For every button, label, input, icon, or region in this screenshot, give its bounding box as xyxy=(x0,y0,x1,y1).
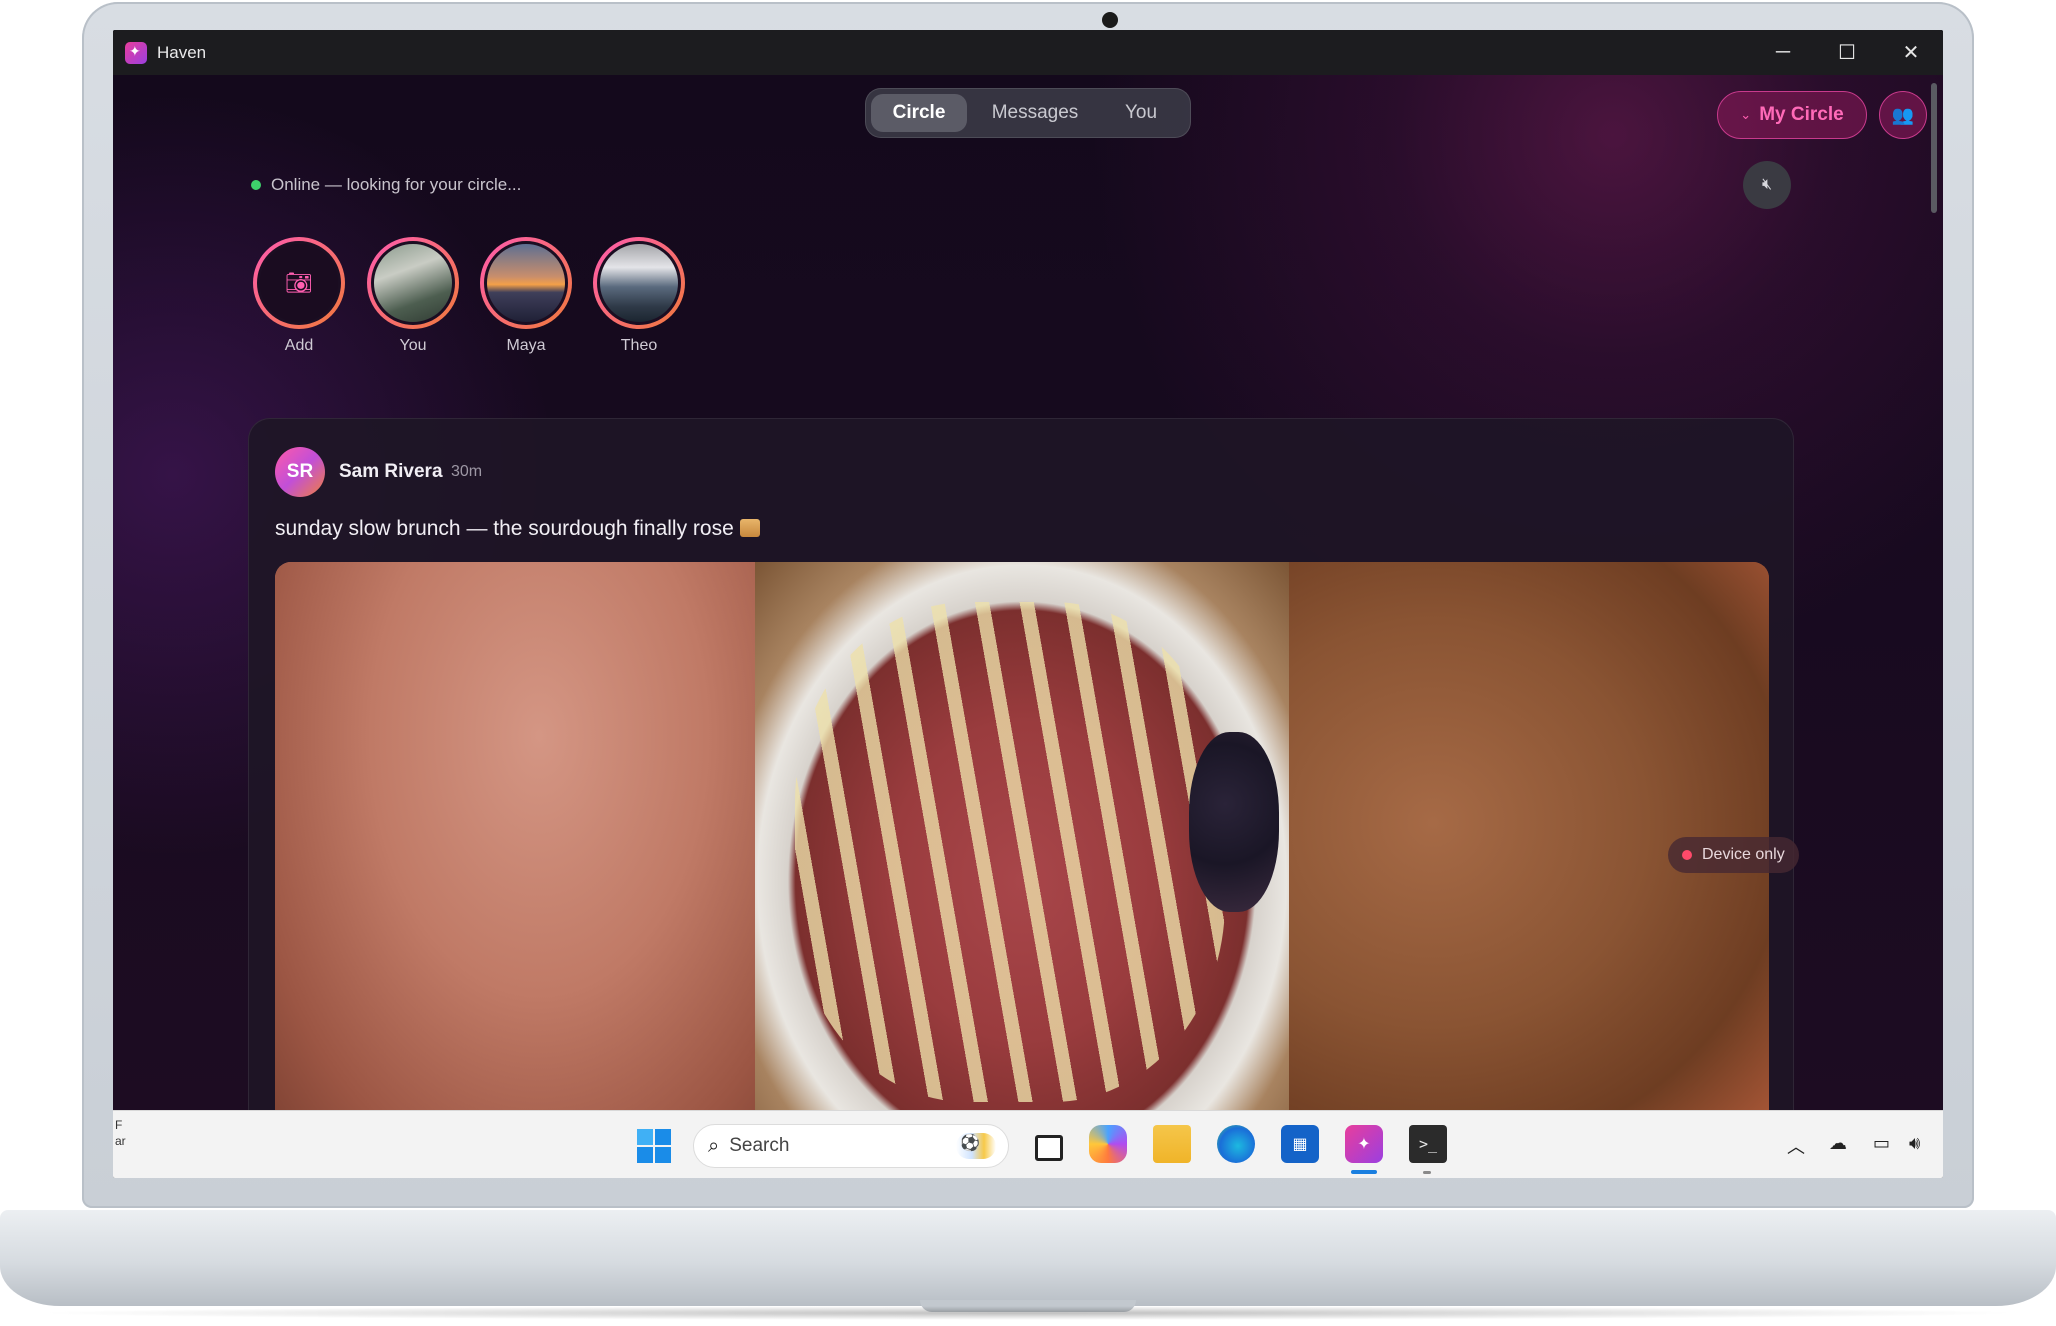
mute-button[interactable]: 🔇︎ xyxy=(1743,161,1791,209)
close-button[interactable]: ✕ xyxy=(1879,30,1943,75)
laptop-shadow xyxy=(30,1306,2026,1320)
my-circle-label: My Circle xyxy=(1759,104,1844,125)
chevron-down-icon: ⌄ xyxy=(1740,107,1752,122)
online-dot-icon xyxy=(251,180,261,190)
window-title: Haven xyxy=(157,42,207,62)
active-app-indicator xyxy=(1351,1170,1377,1174)
photo-berries xyxy=(1189,732,1279,912)
tab-circle[interactable]: Circle xyxy=(871,94,967,132)
volume-icon[interactable]: 🔊︎ xyxy=(1909,1133,1920,1154)
package-icon xyxy=(739,519,760,537)
connection-status: Online — looking for your circle... xyxy=(251,175,521,195)
chevron-up-icon[interactable]: ︿ xyxy=(1787,1133,1805,1159)
taskbar-search[interactable]: ⌕ Search ⚽ xyxy=(693,1124,1009,1168)
main-tabs: Circle Messages You xyxy=(865,88,1191,138)
copilot-icon[interactable] xyxy=(1089,1125,1127,1163)
story-ring xyxy=(480,237,572,329)
search-icon: ⌕ xyxy=(708,1134,720,1157)
maximize-button[interactable]: ☐ xyxy=(1815,30,1879,75)
camera-icon: 📷︎ xyxy=(257,241,341,325)
story-thumbnail xyxy=(484,241,568,325)
network-icon[interactable]: ▭ xyxy=(1873,1133,1890,1154)
post-author[interactable]: Sam Rivera xyxy=(339,461,443,483)
webcam xyxy=(1102,12,1118,28)
windows-logo-icon xyxy=(655,1147,671,1163)
avatar[interactable]: SR xyxy=(275,447,325,497)
pancake-photo xyxy=(755,562,1289,1110)
red-dot-icon xyxy=(1682,850,1692,860)
photo-blur-left xyxy=(275,562,755,1110)
search-placeholder: Search xyxy=(729,1135,790,1156)
story-name: Add xyxy=(284,337,314,354)
terminal-icon[interactable]: >_ xyxy=(1409,1125,1447,1163)
story-name: Maya xyxy=(506,337,546,354)
file-explorer-icon[interactable] xyxy=(1153,1125,1191,1163)
post-time: 30m xyxy=(451,463,483,480)
tab-you[interactable]: You xyxy=(1103,94,1179,132)
store-icon[interactable]: ▦ xyxy=(1281,1125,1319,1163)
laptop-base xyxy=(0,1210,2056,1306)
app-logo-icon xyxy=(125,41,147,64)
people-icon: 👥 xyxy=(1891,104,1915,125)
story-ring xyxy=(593,237,685,329)
start-button[interactable] xyxy=(637,1129,671,1163)
screen: Haven ─ ☐ ✕ Circle Messages You ⌄ My Cir… xyxy=(113,30,1943,1178)
soccer-ball-icon: ⚽ xyxy=(956,1133,996,1159)
windows-logo-icon xyxy=(655,1129,671,1145)
photo-drizzle xyxy=(795,602,1225,1102)
story-you[interactable]: You xyxy=(367,237,459,355)
app-content: Circle Messages You ⌄ My Circle 👥 Online… xyxy=(113,75,1943,1110)
story-ring: 📷︎ xyxy=(253,237,345,329)
visibility-badge: Device only xyxy=(1668,837,1799,873)
photo-blur-right xyxy=(1289,562,1769,1110)
post-caption-text: sunday slow brunch — the sourdough final… xyxy=(275,517,734,540)
post-caption: sunday slow brunch — the sourdough final… xyxy=(275,517,760,541)
story-maya[interactable]: Maya xyxy=(480,237,572,355)
task-view-icon[interactable] xyxy=(1027,1125,1065,1163)
window-controls: ─ ☐ ✕ xyxy=(1751,30,1943,75)
windows-logo-icon xyxy=(637,1147,653,1163)
tab-messages[interactable]: Messages xyxy=(967,94,1103,132)
my-circle-button[interactable]: ⌄ My Circle xyxy=(1717,91,1867,139)
taskbar: F ar ⌕ Search ⚽ ▦ ✦ >_ ︿ ☁ ▭ 🔊︎ xyxy=(113,1110,1943,1178)
scrollbar[interactable] xyxy=(1931,83,1937,213)
taskbar-edge-text: F ar xyxy=(115,1118,126,1148)
status-text: Online — looking for your circle... xyxy=(271,175,522,194)
windows-logo-icon xyxy=(637,1129,653,1145)
story-theo[interactable]: Theo xyxy=(593,237,685,355)
people-button[interactable]: 👥 xyxy=(1879,91,1927,139)
story-add[interactable]: 📷︎ Add xyxy=(253,237,345,355)
story-name: You xyxy=(399,337,427,354)
cloud-off-icon[interactable]: ☁ xyxy=(1829,1133,1847,1154)
post-photo[interactable] xyxy=(275,562,1769,1110)
minimize-button[interactable]: ─ xyxy=(1751,30,1815,75)
story-ring xyxy=(367,237,459,329)
post-card: SR Sam Rivera 30m sunday slow brunch — t… xyxy=(248,418,1794,1110)
speaker-muted-icon: 🔇︎ xyxy=(1761,176,1773,193)
haven-app-icon[interactable]: ✦ xyxy=(1345,1125,1383,1163)
running-app-indicator xyxy=(1423,1171,1431,1174)
story-thumbnail xyxy=(371,241,455,325)
edge-browser-icon[interactable] xyxy=(1217,1125,1255,1163)
story-thumbnail xyxy=(597,241,681,325)
story-name: Theo xyxy=(620,337,658,354)
visibility-badge-label: Device only xyxy=(1702,846,1785,863)
title-bar: Haven ─ ☐ ✕ xyxy=(113,30,1943,75)
